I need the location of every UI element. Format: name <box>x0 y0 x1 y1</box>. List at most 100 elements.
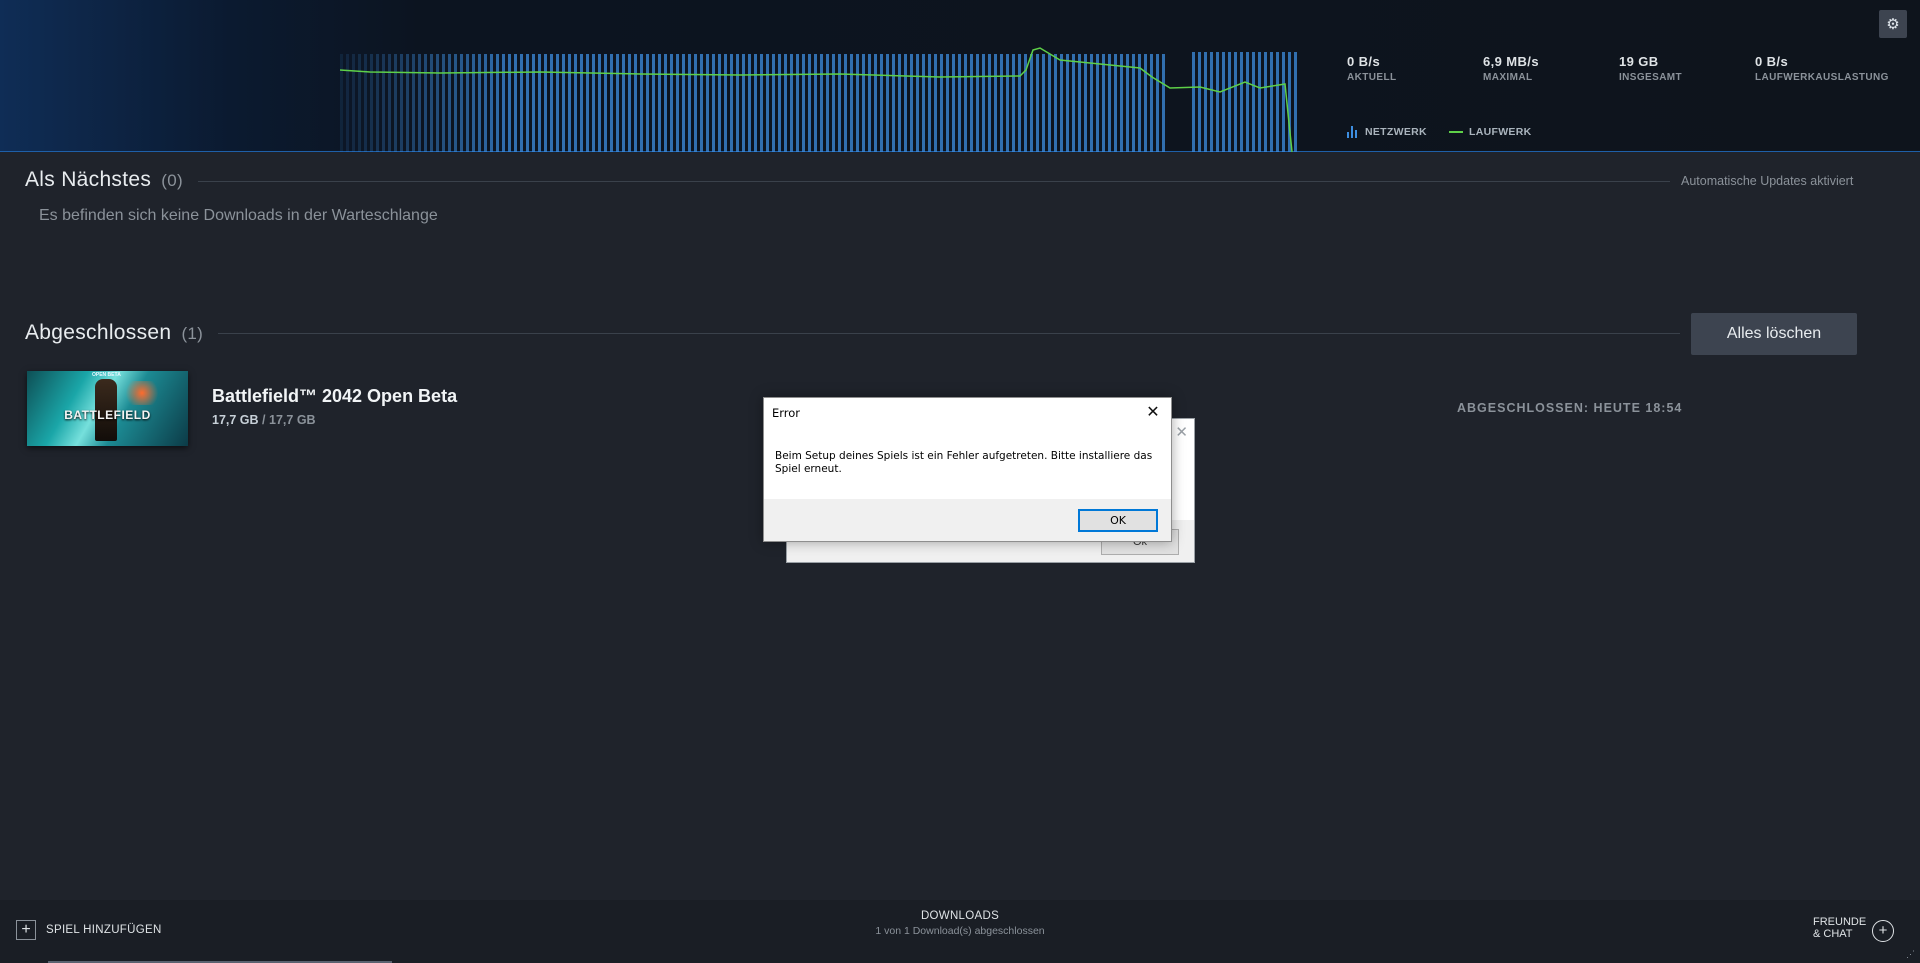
network-bar <box>1204 52 1207 152</box>
network-bar <box>358 54 361 152</box>
network-bar <box>1234 52 1237 152</box>
network-bar <box>424 54 427 152</box>
stat-current: 0 B/s AKTUELL <box>1347 54 1396 83</box>
network-bar <box>802 54 805 152</box>
network-bar <box>850 54 853 152</box>
close-icon[interactable]: ✕ <box>1143 402 1163 421</box>
network-bar <box>610 54 613 152</box>
network-bar <box>1246 52 1249 152</box>
network-bar <box>892 54 895 152</box>
network-bar <box>484 54 487 152</box>
network-bar <box>808 54 811 152</box>
network-bar <box>958 54 961 152</box>
resize-grip-icon[interactable]: ⋰ <box>1906 949 1915 960</box>
close-icon[interactable]: ✕ <box>1175 423 1188 441</box>
network-bar <box>712 54 715 152</box>
network-bar <box>1102 54 1105 152</box>
network-bar <box>1126 54 1129 152</box>
network-bar <box>388 54 391 152</box>
network-bar <box>1000 54 1003 152</box>
downloads-label: DOWNLOADS <box>920 910 1000 922</box>
network-bar <box>1006 54 1009 152</box>
network-bar <box>376 54 379 152</box>
network-bar <box>904 54 907 152</box>
network-bar <box>838 54 841 152</box>
stat-peak-value: 6,9 MB/s <box>1483 54 1539 69</box>
network-bar <box>964 54 967 152</box>
gear-icon: ⚙ <box>1886 16 1900 33</box>
stat-disk-usage-label: LAUFWERKAUSLASTUNG <box>1755 72 1889 83</box>
network-bar <box>382 54 385 152</box>
legend-network[interactable]: NETZWERK <box>1347 126 1427 138</box>
network-bar <box>1264 52 1267 152</box>
network-bar <box>736 54 739 152</box>
network-bar <box>1084 54 1087 152</box>
network-bar <box>574 54 577 152</box>
network-bar <box>778 54 781 152</box>
network-bar <box>1144 54 1147 152</box>
network-bar <box>796 54 799 152</box>
thumbnail-logo: BATTLEFIELD <box>64 408 151 422</box>
download-graph-header: 0 B/s AKTUELL 6,9 MB/s MAXIMAL 19 GB INS… <box>0 0 1920 152</box>
network-bar <box>940 54 943 152</box>
network-bar <box>604 54 607 152</box>
plus-icon: + <box>16 920 36 940</box>
size-downloaded: 17,7 GB <box>212 413 259 427</box>
stat-disk-usage: 0 B/s LAUFWERKAUSLASTUNG <box>1755 54 1889 83</box>
stat-current-label: AKTUELL <box>1347 72 1397 83</box>
network-bar <box>406 54 409 152</box>
network-bar <box>1198 52 1201 152</box>
game-title[interactable]: Battlefield™ 2042 Open Beta <box>212 386 457 407</box>
stat-disk-usage-value: 0 B/s <box>1755 54 1789 69</box>
network-bar <box>1192 52 1195 152</box>
game-thumbnail[interactable]: OPEN BETA BATTLEFIELD <box>27 371 188 446</box>
network-bar <box>1060 54 1063 152</box>
network-bar <box>664 54 667 152</box>
network-bar <box>754 54 757 152</box>
downloads-status[interactable]: DOWNLOADS 1 von 1 Download(s) abgeschlos… <box>760 910 1160 937</box>
legend-disk-label: LAUFWERK <box>1469 126 1532 138</box>
network-bar <box>844 54 847 152</box>
friends-label-line1: FREUNDE <box>1813 916 1867 928</box>
size-separator: / <box>262 413 266 427</box>
network-bar <box>874 54 877 152</box>
network-bar <box>670 54 673 152</box>
finished-timestamp: ABGESCHLOSSEN: HEUTE 18:54 <box>1457 401 1683 415</box>
network-bar <box>544 54 547 152</box>
clear-all-button[interactable]: Alles löschen <box>1691 313 1857 355</box>
stat-total: 19 GB INSGESAMT <box>1619 54 1682 83</box>
completed-title: Abgeschlossen <box>25 321 172 344</box>
network-bar <box>352 54 355 152</box>
completed-count: (1) <box>181 324 204 343</box>
network-bar <box>886 54 889 152</box>
network-bar <box>1048 54 1051 152</box>
network-bar <box>478 54 481 152</box>
auto-updates-status[interactable]: Automatische Updates aktiviert <box>1681 174 1853 188</box>
add-game-button[interactable]: + SPIEL HINZUFÜGEN <box>16 920 162 940</box>
queue-divider <box>198 181 1670 182</box>
friends-label-line2: & CHAT <box>1813 928 1853 940</box>
network-bar <box>370 54 373 152</box>
network-bar <box>982 54 985 152</box>
network-bar <box>1156 54 1159 152</box>
network-bar <box>622 54 625 152</box>
network-bar <box>364 54 367 152</box>
network-bar <box>700 54 703 152</box>
network-bar <box>538 54 541 152</box>
network-bar <box>724 54 727 152</box>
settings-button[interactable]: ⚙ <box>1879 10 1907 38</box>
network-bar <box>466 54 469 152</box>
network-bar <box>880 54 883 152</box>
network-bar <box>952 54 955 152</box>
ok-button[interactable]: OK <box>1078 509 1158 532</box>
add-friend-icon[interactable]: + <box>1872 920 1894 942</box>
legend-disk[interactable]: LAUFWERK <box>1449 126 1531 138</box>
friends-chat-button[interactable]: FREUNDE & CHAT <box>1813 916 1866 940</box>
network-bar <box>346 54 349 152</box>
network-bar <box>616 54 619 152</box>
network-bar <box>1120 54 1123 152</box>
network-bar <box>784 54 787 152</box>
download-stats: 0 B/s AKTUELL 6,9 MB/s MAXIMAL 19 GB INS… <box>1347 54 1907 94</box>
stat-current-value: 0 B/s <box>1347 54 1381 69</box>
network-bar <box>934 54 937 152</box>
